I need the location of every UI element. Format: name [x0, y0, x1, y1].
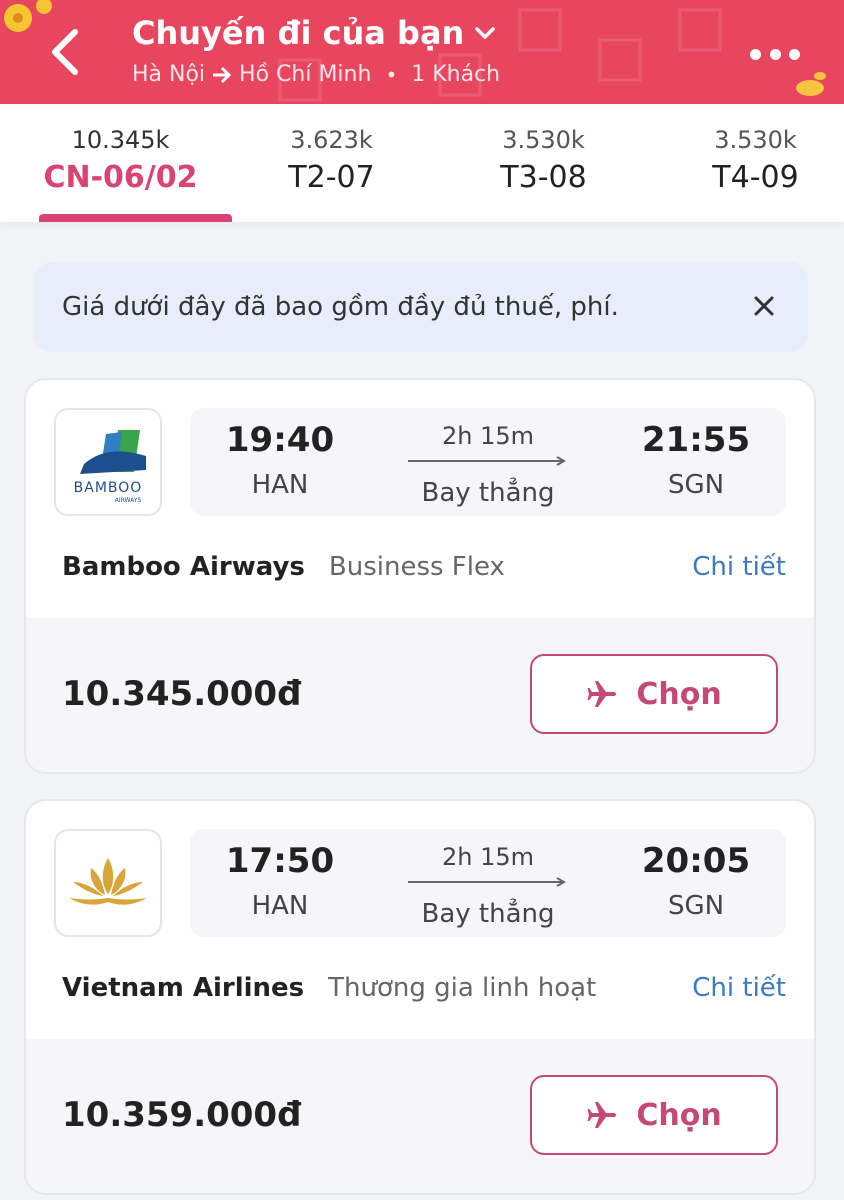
airline-logo: BAMBOO AIRWAYS — [54, 408, 162, 516]
svg-text:AIRWAYS: AIRWAYS — [115, 497, 142, 504]
arrow-right-icon — [213, 66, 232, 83]
date-tab-price: 10.345k — [71, 126, 170, 154]
flight-route: 19:40 HAN 2h 15m Bay thẳng 21:55 SGN — [190, 408, 786, 516]
trip-title-block: Chuyến đi của bạn Hà Nội Hồ Chí Minh • 1… — [132, 14, 500, 87]
app-header: Chuyến đi của bạn Hà Nội Hồ Chí Minh • 1… — [0, 0, 844, 104]
chevron-down-icon — [475, 27, 496, 39]
card-footer: 10.345.000đ Chọn — [26, 618, 814, 772]
airline-logo — [54, 829, 162, 937]
active-tab-indicator — [39, 214, 232, 222]
flight-route: 17:50 HAN 2h 15m Bay thẳng 20:05 SGN — [190, 829, 786, 937]
route-arrow-icon — [408, 877, 567, 887]
close-icon[interactable] — [750, 292, 778, 320]
more-dot-icon — [769, 48, 781, 60]
arrival: 20:05 SGN — [606, 841, 786, 921]
trip-title[interactable]: Chuyến đi của bạn — [132, 14, 500, 52]
date-tab-0[interactable]: 10.345k CN-06/02 — [15, 104, 232, 222]
detail-link[interactable]: Chi tiết — [692, 973, 786, 1003]
departure: 19:40 HAN — [190, 420, 370, 500]
date-tab-date: CN-06/02 — [43, 160, 198, 195]
departure-airport: HAN — [251, 891, 309, 921]
flight-duration-block: 2h 15m Bay thẳng — [390, 843, 586, 929]
fare-class: Thương gia linh hoạt — [328, 973, 597, 1003]
date-tab-price: 3.623k — [290, 126, 373, 154]
date-tab-price: 3.530k — [714, 126, 797, 154]
date-tab-date: T2-07 — [288, 160, 375, 195]
detail-link[interactable]: Chi tiết — [692, 552, 786, 582]
vietnam-airlines-lotus-logo — [69, 858, 147, 905]
date-tab-price: 3.530k — [502, 126, 585, 154]
departure-time: 17:50 — [225, 841, 335, 881]
flight-card: BAMBOO AIRWAYS 19:40 HAN 2h 15m Bay thẳn… — [24, 378, 816, 774]
flight-stops: Bay thẳng — [421, 899, 555, 929]
destination-city: Hồ Chí Minh — [239, 62, 372, 87]
card-footer: 10.359.000đ Chọn — [26, 1039, 814, 1193]
origin-city: Hà Nội — [132, 62, 206, 87]
airline-name: Bamboo Airways — [62, 552, 305, 582]
route-arrow-icon — [408, 456, 567, 466]
date-tab-1[interactable]: 3.623k T2-07 — [226, 104, 437, 222]
airplane-icon — [587, 681, 617, 707]
chevron-left-icon — [52, 29, 78, 75]
date-tab-date: T3-08 — [500, 160, 587, 195]
departure: 17:50 HAN — [190, 841, 370, 921]
more-dot-icon — [750, 48, 761, 60]
choose-button[interactable]: Chọn — [530, 1075, 778, 1155]
arrival-airport: SGN — [667, 891, 725, 921]
flight-price: 10.345.000đ — [62, 674, 302, 714]
airline-name: Vietnam Airlines — [62, 973, 305, 1003]
tax-notice-banner: Giá dưới đây đã bao gồm đầy đủ thuế, phí… — [34, 262, 808, 352]
choose-button[interactable]: Chọn — [530, 654, 778, 734]
arrival-time: 20:05 — [641, 841, 751, 881]
flight-duration: 2h 15m — [441, 843, 535, 871]
departure-airport: HAN — [251, 470, 309, 500]
flight-price: 10.359.000đ — [62, 1095, 302, 1135]
back-button[interactable] — [36, 20, 92, 84]
departure-time: 19:40 — [225, 420, 335, 460]
flight-duration: 2h 15m — [441, 422, 535, 450]
tax-notice-text: Giá dưới đây đã bao gồm đầy đủ thuế, phí… — [62, 292, 619, 322]
date-tab-3[interactable]: 3.530k T4-09 — [650, 104, 844, 222]
date-tab-2[interactable]: 3.530k T3-08 — [438, 104, 649, 222]
arrival: 21:55 SGN — [606, 420, 786, 500]
trip-subtitle: Hà Nội Hồ Chí Minh • 1 Khách — [132, 62, 500, 87]
bamboo-airways-logo: BAMBOO AIRWAYS — [74, 430, 146, 504]
date-tabs: 10.345k CN-06/02 3.623k T2-07 3.530k T3-… — [0, 104, 844, 222]
trip-title-text: Chuyến đi của bạn — [132, 14, 465, 52]
arrival-airport: SGN — [667, 470, 725, 500]
flight-info: Vietnam Airlines Thương gia linh hoạt — [62, 973, 596, 1003]
flight-duration-block: 2h 15m Bay thẳng — [390, 422, 586, 508]
arrival-time: 21:55 — [641, 420, 751, 460]
fare-class: Business Flex — [328, 552, 505, 582]
flight-card: 17:50 HAN 2h 15m Bay thẳng 20:05 SGN Vie… — [24, 799, 816, 1195]
more-dot-icon — [789, 48, 800, 60]
separator-dot: • — [385, 62, 398, 87]
more-options-button[interactable] — [750, 40, 800, 68]
flight-stops: Bay thẳng — [421, 478, 555, 508]
passenger-count: 1 Khách — [411, 62, 501, 87]
date-tab-date: T4-09 — [712, 160, 799, 195]
choose-button-label: Chọn — [636, 676, 722, 712]
airplane-icon — [587, 1102, 617, 1128]
svg-text:BAMBOO: BAMBOO — [74, 480, 143, 496]
choose-button-label: Chọn — [636, 1097, 722, 1133]
flight-info: Bamboo Airways Business Flex — [62, 552, 505, 582]
gold-coin-icon — [796, 72, 826, 96]
